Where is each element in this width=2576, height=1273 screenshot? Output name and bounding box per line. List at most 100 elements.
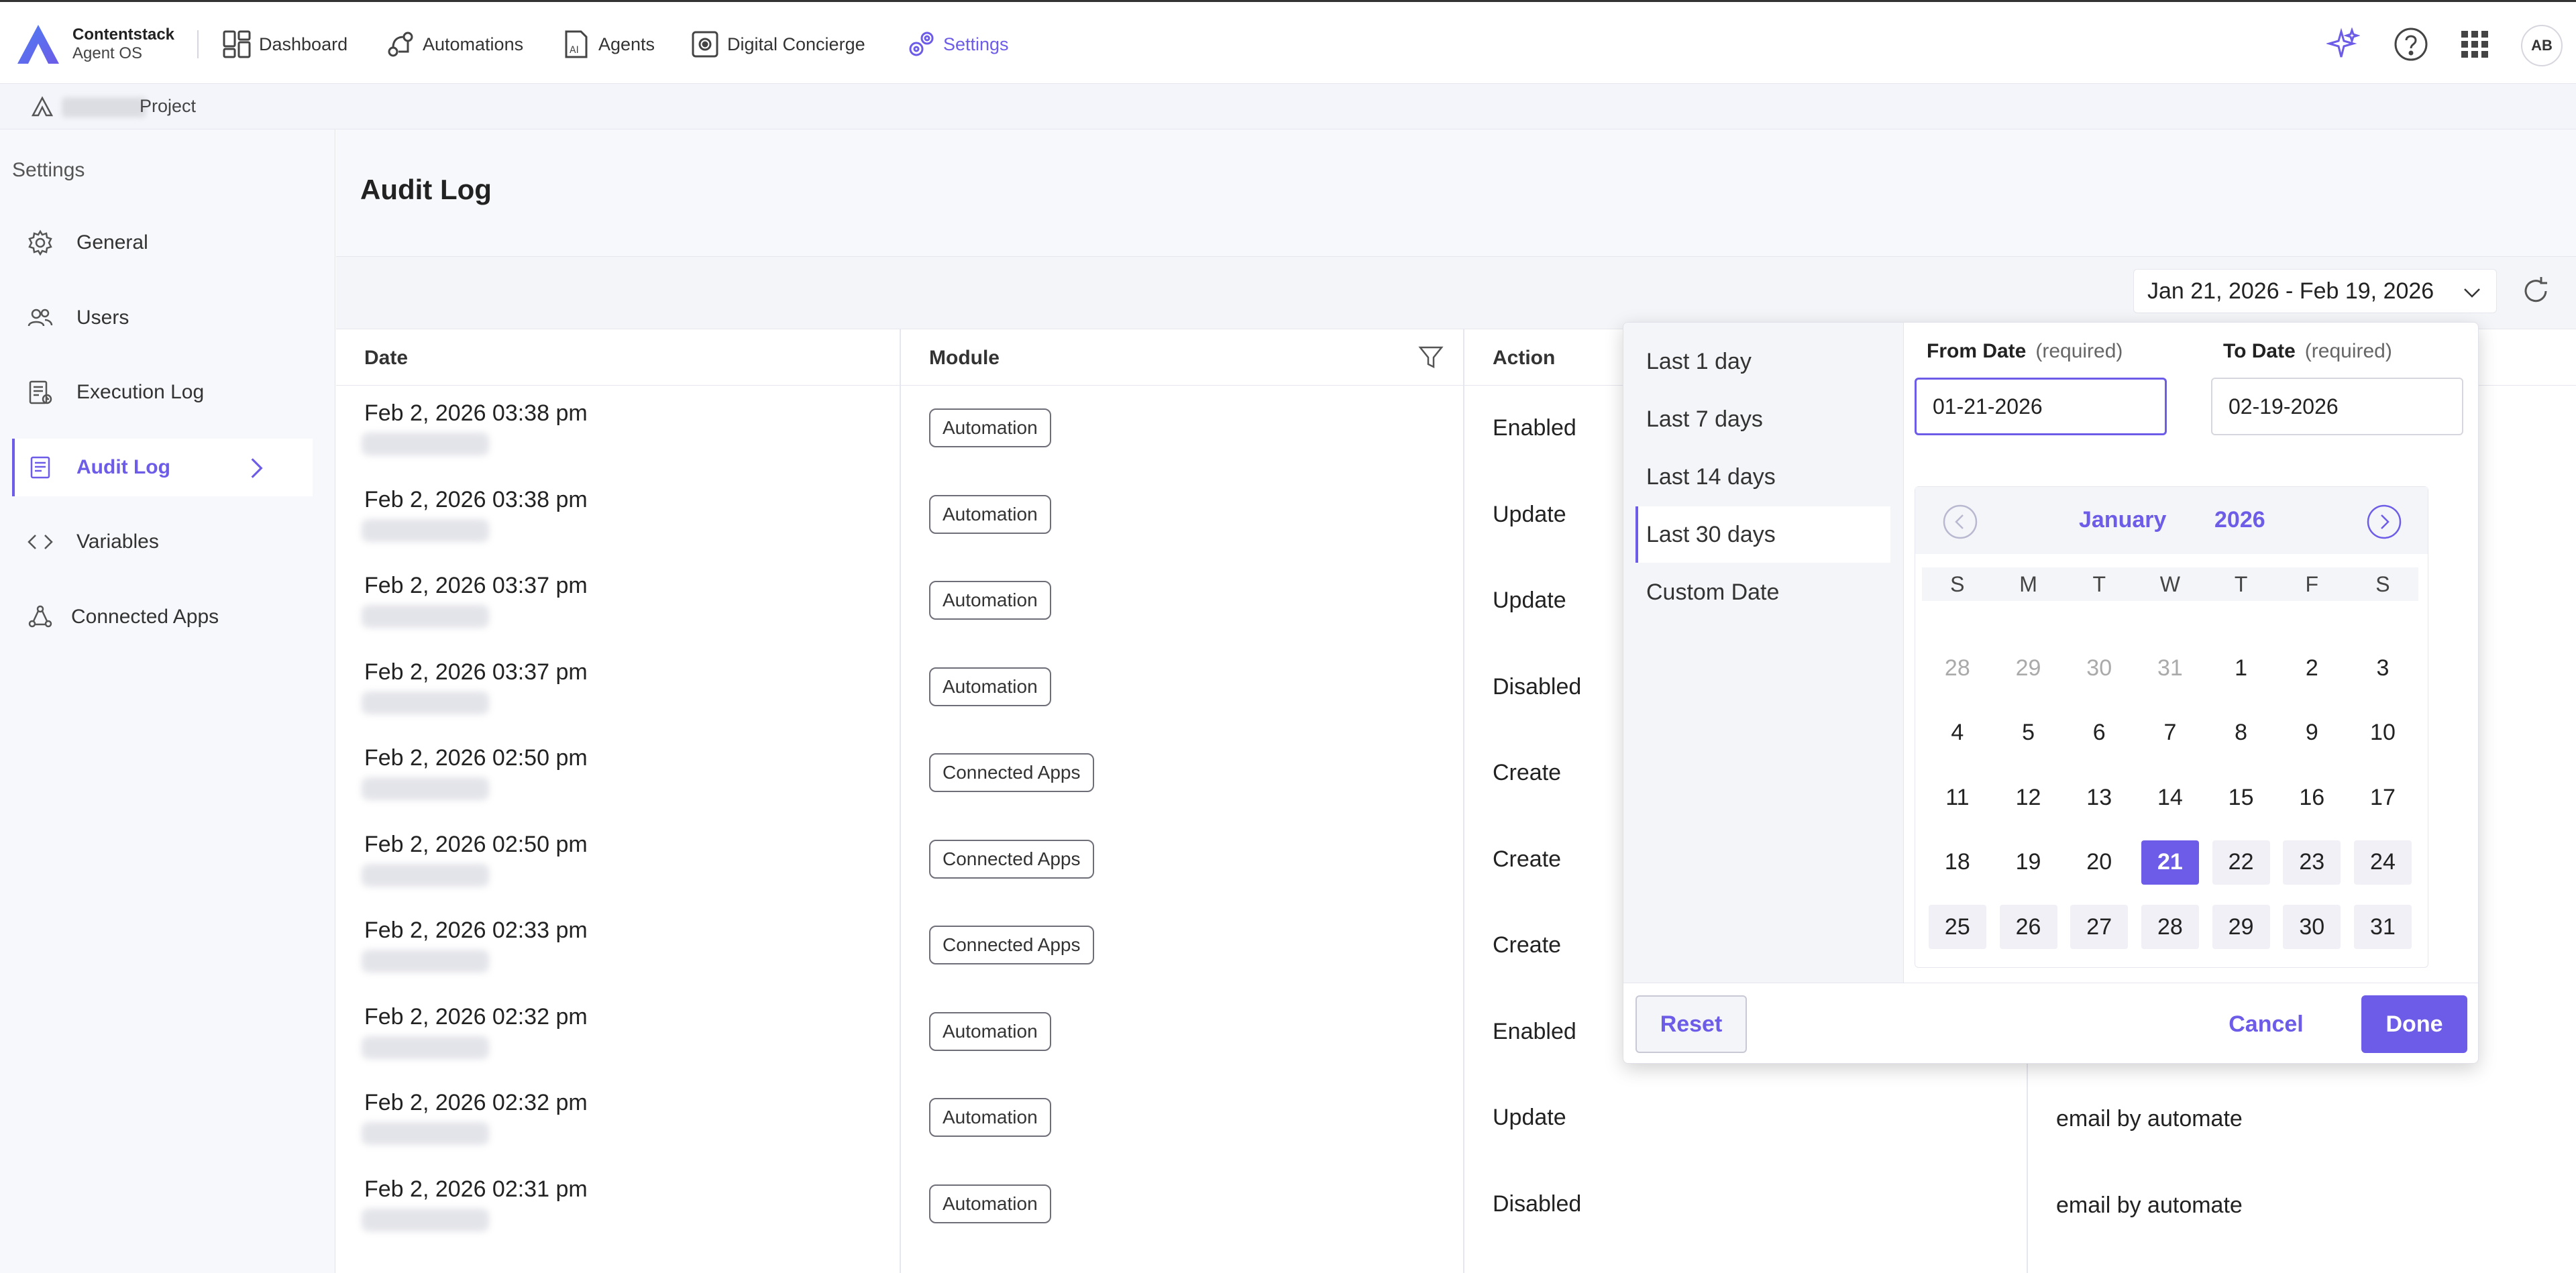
calendar-day[interactable]: 11 bbox=[1922, 765, 1993, 830]
sidebar-item-audit-log[interactable]: Audit Log bbox=[12, 439, 313, 496]
row-date: Feb 2, 2026 02:50 pm bbox=[364, 745, 588, 771]
calendar-day[interactable]: 13 bbox=[2063, 765, 2135, 830]
calendar-day[interactable]: 31 bbox=[2135, 636, 2206, 701]
calendar-day[interactable]: 28 bbox=[1922, 636, 1993, 701]
calendar-day[interactable]: 5 bbox=[1993, 701, 2064, 766]
preset-last-14-days[interactable]: Last 14 days bbox=[1635, 449, 1890, 505]
calendar-day[interactable]: 20 bbox=[2063, 830, 2135, 895]
row-date: Feb 2, 2026 02:31 pm bbox=[364, 1176, 588, 1202]
sidebar-item-variables[interactable]: Variables bbox=[12, 513, 313, 571]
calendar-day-number: 11 bbox=[1945, 784, 1970, 810]
nav-settings[interactable]: Settings bbox=[906, 27, 1009, 61]
calendar-day[interactable]: 31 bbox=[2347, 895, 2418, 960]
calendar-day-number: 18 bbox=[1944, 849, 1970, 875]
calendar-day[interactable]: 17 bbox=[2347, 765, 2418, 830]
help-button[interactable] bbox=[2393, 26, 2429, 62]
nav-digital-concierge[interactable]: Digital Concierge bbox=[690, 27, 865, 61]
calendar-day[interactable]: 7 bbox=[2135, 701, 2206, 766]
redacted-project-name bbox=[62, 97, 146, 117]
module-badge: Automation bbox=[929, 581, 1051, 620]
reset-button[interactable]: Reset bbox=[1635, 995, 1747, 1053]
calendar-day[interactable]: 19 bbox=[1993, 830, 2064, 895]
nav-automations[interactable]: Automations bbox=[385, 27, 523, 61]
sidebar-item-execution-log[interactable]: Execution Log bbox=[12, 364, 313, 421]
calendar-day[interactable]: 10 bbox=[2347, 701, 2418, 766]
calendar-day[interactable]: 30 bbox=[2063, 636, 2135, 701]
calendar-day-number: 19 bbox=[2015, 849, 2041, 875]
agents-icon: AI bbox=[565, 30, 588, 58]
calendar-day[interactable]: 4 bbox=[1922, 701, 1993, 766]
calendar-day[interactable]: 14 bbox=[2135, 765, 2206, 830]
calendar-day[interactable]: 24 bbox=[2347, 830, 2418, 895]
table-row[interactable]: Feb 2, 2026 02:31 pm Automation Disabled em… bbox=[336, 1162, 2576, 1248]
sidebar-item-general[interactable]: General bbox=[12, 214, 313, 272]
user-avatar[interactable]: AB bbox=[2521, 25, 2563, 66]
nav-agents[interactable]: AI Agents bbox=[561, 27, 655, 61]
calendar-day[interactable]: 25 bbox=[1922, 895, 1993, 960]
column-header-date[interactable]: Date bbox=[364, 347, 408, 370]
calendar-day[interactable]: 27 bbox=[2063, 895, 2135, 960]
users-icon bbox=[28, 309, 53, 327]
preset-last-7-days[interactable]: Last 7 days bbox=[1635, 391, 1890, 447]
calendar-day-number: 16 bbox=[2299, 784, 2325, 810]
gear-icon bbox=[28, 229, 52, 256]
calendar-year[interactable]: 2026 bbox=[2214, 507, 2265, 533]
sidebar-item-connected-apps[interactable]: Connected Apps bbox=[12, 588, 313, 646]
calendar-day[interactable]: 12 bbox=[1993, 765, 2064, 830]
date-range-picker-button[interactable]: Jan 21, 2026 - Feb 19, 2026 bbox=[2133, 269, 2497, 313]
calendar-day[interactable]: 9 bbox=[2276, 701, 2347, 766]
weekday-label: S bbox=[1950, 572, 1965, 596]
cancel-button[interactable]: Cancel bbox=[2212, 995, 2320, 1053]
calendar-day[interactable]: 2 bbox=[2276, 636, 2347, 701]
ai-assistant-button[interactable] bbox=[2325, 26, 2361, 62]
calendar-day-selected[interactable]: 21 bbox=[2135, 830, 2206, 895]
contentstack-logo-icon bbox=[17, 25, 59, 64]
required-hint: (required) bbox=[2304, 340, 2392, 362]
calendar-day-number: 27 bbox=[2070, 905, 2129, 950]
preset-last-1-day[interactable]: Last 1 day bbox=[1635, 333, 1890, 390]
from-date-input[interactable] bbox=[1915, 378, 2167, 435]
app-switcher-button[interactable] bbox=[2457, 26, 2493, 62]
app-grid-icon bbox=[2461, 31, 2488, 58]
module-badge: Connected Apps bbox=[929, 926, 1094, 964]
brand[interactable]: Contentstack Agent OS bbox=[16, 21, 174, 68]
page-title: Audit Log bbox=[360, 174, 492, 205]
column-header-action[interactable]: Action bbox=[1493, 347, 1555, 370]
calendar-day[interactable]: 1 bbox=[2206, 636, 2277, 701]
filter-icon[interactable] bbox=[1417, 344, 1444, 371]
done-button[interactable]: Done bbox=[2361, 995, 2467, 1053]
calendar-day[interactable]: 28 bbox=[2135, 895, 2206, 960]
calendar-day[interactable]: 8 bbox=[2206, 701, 2277, 766]
column-header-module[interactable]: Module bbox=[929, 347, 1000, 370]
module-badge: Automation bbox=[929, 1184, 1051, 1223]
calendar-day[interactable]: 16 bbox=[2276, 765, 2347, 830]
next-month-button[interactable] bbox=[2366, 504, 2402, 540]
calendar-day[interactable]: 26 bbox=[1993, 895, 2064, 960]
calendar-day[interactable]: 23 bbox=[2276, 830, 2347, 895]
to-date-input[interactable] bbox=[2211, 378, 2463, 435]
nav-settings-label: Settings bbox=[943, 34, 1009, 54]
calendar-day[interactable]: 22 bbox=[2206, 830, 2277, 895]
weekday-label: T bbox=[2234, 572, 2248, 596]
date-picker-popover: Last 1 day Last 7 days Last 14 days Last… bbox=[1623, 322, 2479, 1064]
calendar-day[interactable]: 29 bbox=[1993, 636, 2064, 701]
previous-month-button[interactable] bbox=[1942, 504, 1978, 540]
calendar-day[interactable]: 6 bbox=[2063, 701, 2135, 766]
nav-dashboard[interactable]: Dashboard bbox=[221, 27, 347, 61]
calendar-day[interactable]: 30 bbox=[2276, 895, 2347, 960]
date-range-label: Jan 21, 2026 - Feb 19, 2026 bbox=[2147, 278, 2434, 304]
nav-automations-label: Automations bbox=[423, 34, 524, 54]
calendar-day[interactable]: 18 bbox=[1922, 830, 1993, 895]
calendar-day[interactable]: 15 bbox=[2206, 765, 2277, 830]
preset-custom-date[interactable]: Custom Date bbox=[1635, 564, 1890, 620]
calendar-day[interactable]: 29 bbox=[2206, 895, 2277, 960]
preset-last-30-days[interactable]: Last 30 days bbox=[1635, 506, 1890, 563]
table-row[interactable]: Feb 2, 2026 02:32 pm Automation Update emai… bbox=[336, 1075, 2576, 1161]
calendar-day[interactable]: 3 bbox=[2347, 636, 2418, 701]
calendar-day-number: 15 bbox=[2228, 784, 2254, 810]
calendar-month[interactable]: January bbox=[2079, 507, 2166, 533]
refresh-button[interactable] bbox=[2519, 274, 2553, 308]
calendar-day-number: 24 bbox=[2353, 840, 2412, 885]
breadcrumb-project[interactable]: Project bbox=[140, 96, 196, 117]
sidebar-item-users[interactable]: Users bbox=[12, 289, 313, 347]
